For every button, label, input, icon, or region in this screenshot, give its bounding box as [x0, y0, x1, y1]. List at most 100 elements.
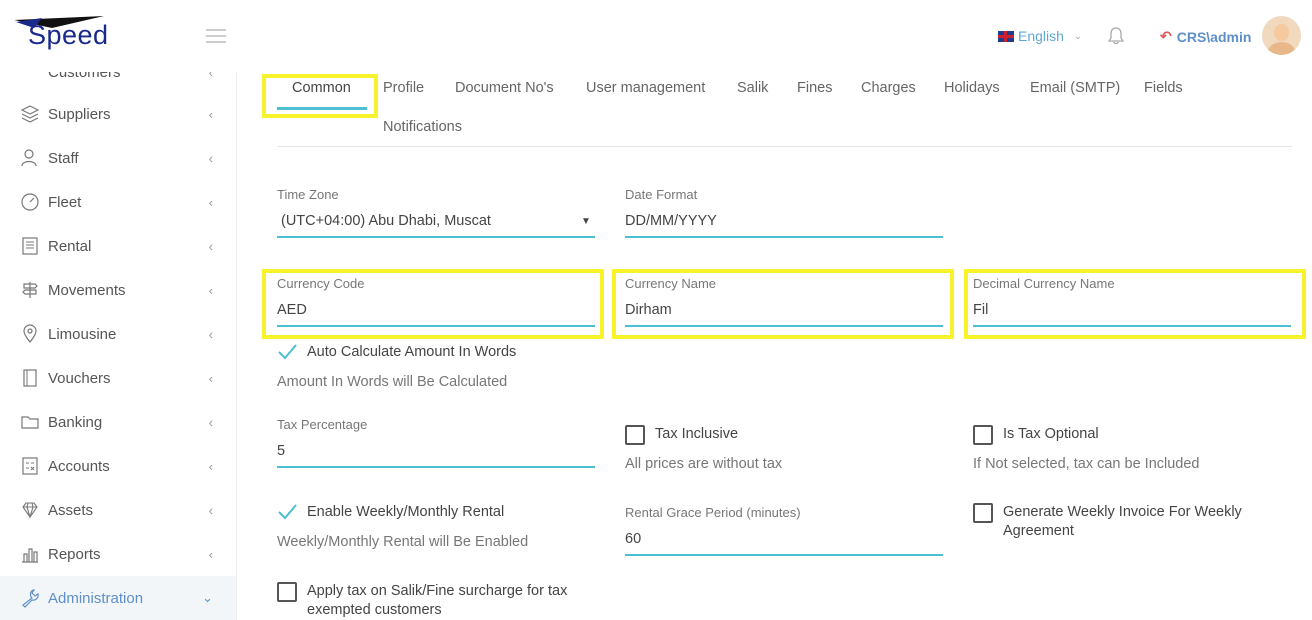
sidebar: Customers ‹ Suppliers ‹ Staff ‹ Fleet ‹ …	[0, 72, 237, 620]
salik-tax-label-line1: Apply tax on Salik/Fine surcharge for ta…	[307, 583, 568, 599]
tab-salik[interactable]: Salik	[737, 80, 768, 96]
chevron-left-icon: ‹	[208, 72, 213, 80]
sidebar-item-label: Suppliers	[48, 105, 111, 123]
calculator-icon	[22, 457, 38, 475]
tax-inclusive-checkbox[interactable]	[625, 425, 645, 445]
sidebar-item-staff[interactable]: Staff ‹	[0, 136, 236, 180]
tab-fields[interactable]: Fields	[1144, 80, 1183, 96]
map-pin-icon	[23, 324, 37, 343]
tax-inclusive-label: Tax Inclusive	[655, 426, 739, 442]
sidebar-item-label: Limousine	[48, 325, 117, 343]
checkmark-icon[interactable]	[277, 502, 297, 522]
sidebar-item-label: Reports	[48, 545, 101, 563]
tabs-divider	[277, 146, 1292, 147]
weekly-invoice-checkbox[interactable]	[973, 503, 993, 523]
tab-notifications[interactable]: Notifications	[383, 119, 462, 135]
active-tab-indicator	[277, 107, 367, 110]
sidebar-item-label: Customers	[48, 72, 121, 81]
chevron-left-icon: ‹	[208, 150, 213, 166]
date-format-underline	[625, 236, 943, 238]
sidebar-item-label: Assets	[48, 501, 94, 519]
tab-common[interactable]: Common	[292, 80, 351, 96]
sidebar-item-movements[interactable]: Movements ‹	[0, 268, 236, 312]
sidebar-item-suppliers[interactable]: Suppliers ‹	[0, 92, 236, 136]
weekly-monthly-hint: Weekly/Monthly Rental will Be Enabled	[277, 534, 529, 550]
sidebar-item-banking[interactable]: Banking ‹	[0, 400, 236, 444]
undo-icon: ↶	[1160, 28, 1172, 44]
time-zone-label: Time Zone	[277, 187, 339, 202]
chevron-left-icon: ‹	[208, 326, 213, 342]
decimal-currency-name-input[interactable]: Fil	[973, 302, 988, 318]
tab-holidays[interactable]: Holidays	[944, 80, 1000, 96]
sidebar-item-label: Movements	[48, 281, 126, 299]
tab-email-smtp[interactable]: Email (SMTP)	[1030, 80, 1120, 96]
chevron-left-icon: ‹	[208, 414, 213, 430]
sidebar-item-assets[interactable]: Assets ‹	[0, 488, 236, 532]
chevron-left-icon: ‹	[208, 370, 213, 386]
sidebar-item-label: Rental	[48, 237, 92, 255]
signpost-icon	[22, 282, 38, 298]
sidebar-item-fleet[interactable]: Fleet ‹	[0, 180, 236, 224]
sidebar-item-vouchers[interactable]: Vouchers ‹	[0, 356, 236, 400]
chevron-left-icon: ‹	[208, 194, 213, 210]
speedometer-icon	[21, 193, 39, 211]
tab-user-management[interactable]: User management	[586, 80, 705, 96]
sidebar-item-rental[interactable]: Rental ‹	[0, 224, 236, 268]
book-icon	[22, 237, 38, 255]
chevron-left-icon: ‹	[208, 106, 213, 122]
chevron-down-icon: ⌄	[202, 590, 213, 605]
sidebar-item-label: Fleet	[48, 193, 82, 211]
is-tax-optional-hint: If Not selected, tax can be Included	[973, 456, 1200, 472]
sidebar-item-label: Administration	[48, 589, 144, 607]
tab-document-nos[interactable]: Document No's	[455, 80, 554, 96]
chevron-left-icon: ‹	[208, 546, 213, 562]
currency-name-input[interactable]: Dirham	[625, 302, 672, 318]
auto-calculate-label: Auto Calculate Amount In Words	[307, 344, 517, 360]
currency-name-underline	[625, 325, 943, 327]
sidebar-item-label: Vouchers	[48, 369, 111, 387]
chevron-left-icon: ‹	[208, 282, 213, 298]
user-menu[interactable]: ↶ CRS\admin	[1160, 28, 1251, 45]
sidebar-item-limousine[interactable]: Limousine ‹	[0, 312, 236, 356]
currency-code-input[interactable]: AED	[277, 302, 307, 318]
sidebar-item-reports[interactable]: Reports ‹	[0, 532, 236, 576]
notebook-icon	[23, 369, 37, 387]
language-selector[interactable]: English ⌄	[998, 28, 1082, 44]
chevron-down-icon: ⌄	[1073, 30, 1083, 42]
diamond-icon	[22, 502, 38, 519]
top-header: Speed English ⌄ ↶ CRS\admin	[0, 0, 1312, 72]
avatar[interactable]	[1262, 16, 1301, 55]
uk-flag-icon	[998, 30, 1014, 42]
currency-code-label: Currency Code	[277, 276, 365, 291]
salik-tax-checkbox[interactable]	[277, 582, 297, 602]
logo-text[interactable]: Speed	[28, 20, 109, 51]
tax-percentage-input[interactable]: 5	[277, 443, 285, 459]
sidebar-item-label: Banking	[48, 413, 103, 431]
tax-percentage-label: Tax Percentage	[277, 417, 368, 432]
rental-grace-underline	[625, 554, 943, 556]
sidebar-item-label: Accounts	[48, 457, 110, 475]
rental-grace-input[interactable]: 60	[625, 531, 641, 547]
tab-charges[interactable]: Charges	[861, 80, 916, 96]
weekly-invoice-label-line2: Agreement	[1003, 523, 1074, 539]
decimal-currency-name-label: Decimal Currency Name	[973, 276, 1115, 291]
weekly-monthly-label: Enable Weekly/Monthly Rental	[307, 504, 505, 520]
currency-code-underline	[277, 325, 595, 327]
sidebar-item-customers[interactable]: Customers ‹	[0, 72, 236, 94]
chevron-left-icon: ‹	[208, 238, 213, 254]
decimal-currency-name-underline	[973, 325, 1291, 327]
currency-name-label: Currency Name	[625, 276, 717, 291]
sidebar-item-accounts[interactable]: Accounts ‹	[0, 444, 236, 488]
tab-fines[interactable]: Fines	[797, 80, 832, 96]
checkmark-icon[interactable]	[277, 342, 297, 362]
is-tax-optional-checkbox[interactable]	[973, 425, 993, 445]
users-icon	[21, 149, 37, 167]
date-format-input[interactable]: DD/MM/YYYY	[625, 213, 717, 229]
menu-toggle-button[interactable]	[206, 29, 226, 43]
salik-tax-label-line2: exempted customers	[307, 602, 442, 618]
tab-profile[interactable]: Profile	[383, 80, 424, 96]
time-zone-select[interactable]: (UTC+04:00) Abu Dhabi, Muscat	[281, 213, 491, 229]
sidebar-item-administration[interactable]: Administration ⌄	[0, 576, 236, 620]
auto-calculate-hint: Amount In Words will Be Calculated	[277, 374, 508, 390]
bell-icon[interactable]	[1106, 26, 1126, 46]
